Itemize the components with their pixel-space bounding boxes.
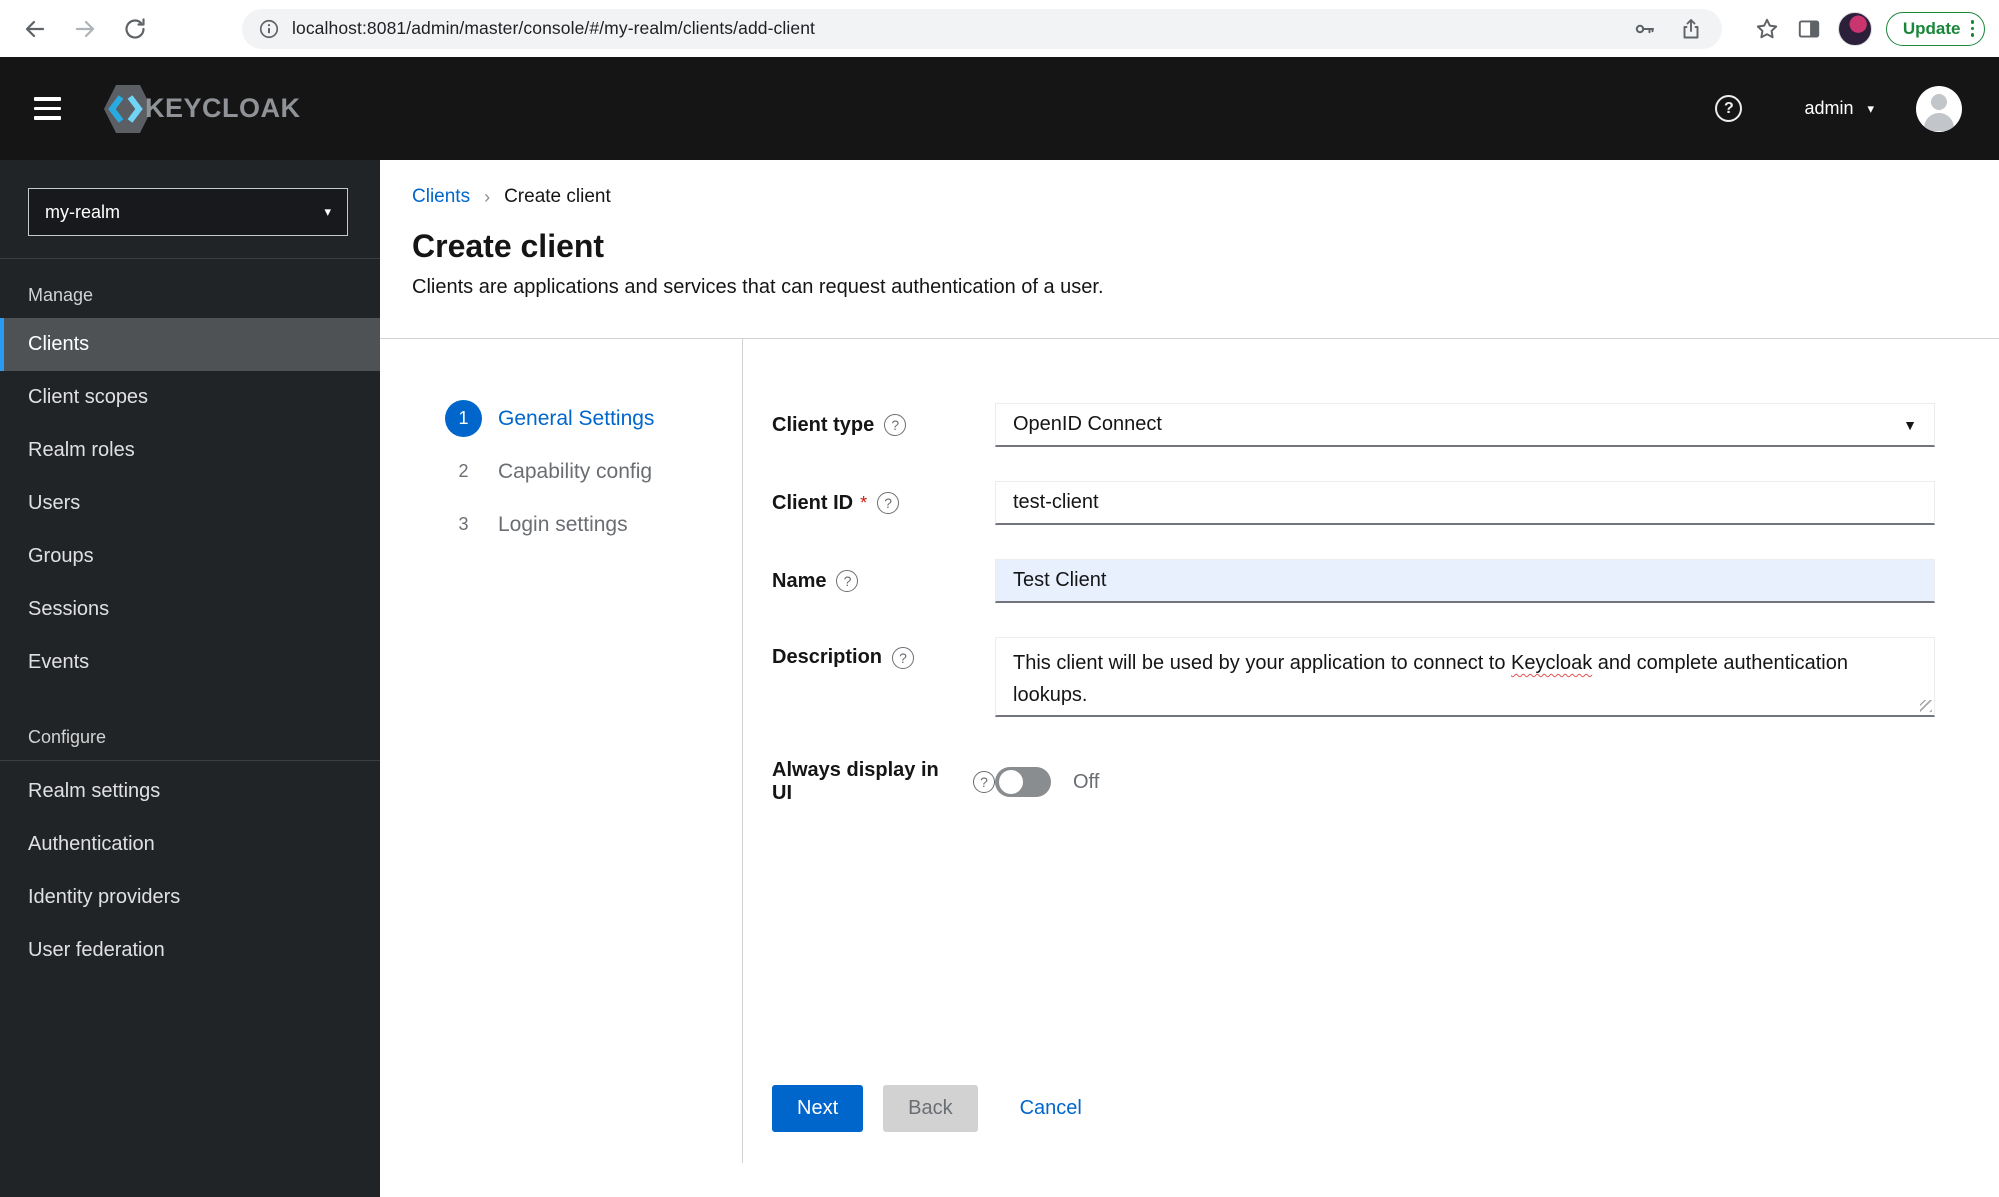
url-text[interactable]: localhost:8081/admin/master/console/#/my… xyxy=(292,18,1612,39)
keycloak-logo[interactable]: KEYCLOAK xyxy=(103,82,301,136)
client-type-value: OpenID Connect xyxy=(1013,413,1162,435)
next-button[interactable]: Next xyxy=(772,1085,864,1132)
browser-menu-icon[interactable] xyxy=(1970,20,1974,37)
caret-down-icon: ▼ xyxy=(1903,416,1917,433)
help-icon[interactable]: ? xyxy=(836,570,859,592)
help-icon[interactable]: ? xyxy=(877,492,900,514)
realm-selector[interactable]: my-realm ▾ xyxy=(28,188,348,236)
username: admin xyxy=(1804,98,1854,118)
description-label: Description xyxy=(772,646,883,668)
browser-actions: Update xyxy=(1740,11,1985,46)
step-number: 1 xyxy=(445,400,482,437)
client-id-row: Client ID * ? xyxy=(772,481,1935,525)
page-subtitle: Clients are applications and services th… xyxy=(412,276,1104,298)
avatar[interactable] xyxy=(1916,85,1962,132)
sidebar-item-clients[interactable]: Clients xyxy=(0,318,380,371)
chevron-right-icon: › xyxy=(484,186,491,207)
description-text: This client will be used by your applica… xyxy=(1013,652,1512,674)
masthead-actions: ? admin ▾ xyxy=(1715,85,1962,132)
wizard: 1 General Settings 2 Capability config 3… xyxy=(380,339,1999,1163)
wizard-form: Client type ? OpenID Connect ▼ Client ID… xyxy=(743,339,1999,1163)
wizard-step-capability-config[interactable]: 2 Capability config xyxy=(445,453,742,490)
breadcrumb: Clients › Create client xyxy=(412,186,1999,208)
breadcrumb-clients-link[interactable]: Clients xyxy=(412,186,470,208)
client-type-row: Client type ? OpenID Connect ▼ xyxy=(772,403,1935,447)
back-icon[interactable] xyxy=(10,9,60,49)
sidebar-item-user-federation[interactable]: User federation xyxy=(0,924,380,977)
reload-icon[interactable] xyxy=(110,9,160,49)
help-icon[interactable]: ? xyxy=(884,414,907,436)
divider xyxy=(0,760,380,761)
sidebar-section-manage: Manage xyxy=(28,285,94,305)
client-type-label: Client type xyxy=(772,413,875,436)
misspelled-word: Keycloak xyxy=(1511,652,1593,674)
screen: localhost:8081/admin/master/console/#/my… xyxy=(0,0,1999,1197)
toggle-state-label: Off xyxy=(1073,770,1100,793)
browser-toolbar: localhost:8081/admin/master/console/#/my… xyxy=(0,0,1999,57)
sidebar-item-groups[interactable]: Groups xyxy=(0,530,380,583)
sidebar-section-configure: Configure xyxy=(28,727,107,747)
main-content: Clients › Create client Create client Cl… xyxy=(380,160,1999,1197)
wizard-step-login-settings[interactable]: 3 Login settings xyxy=(445,506,742,543)
sidebar-item-client-scopes[interactable]: Client scopes xyxy=(0,371,380,424)
client-type-select[interactable]: OpenID Connect ▼ xyxy=(995,403,1935,447)
forward-icon[interactable] xyxy=(60,9,110,49)
required-indicator: * xyxy=(860,492,868,513)
update-label: Update xyxy=(1902,18,1961,38)
step-number: 3 xyxy=(458,514,469,534)
chevron-down-icon: ▾ xyxy=(324,204,331,219)
step-label: General Settings xyxy=(498,406,655,430)
nav-toggle-icon[interactable] xyxy=(30,91,65,126)
help-icon[interactable]: ? xyxy=(1715,95,1743,122)
sidebar-item-authentication[interactable]: Authentication xyxy=(0,818,380,871)
resize-handle-icon[interactable] xyxy=(1920,700,1932,712)
chevron-down-icon: ▾ xyxy=(1867,100,1874,116)
share-icon[interactable] xyxy=(1678,16,1704,42)
wizard-steps: 1 General Settings 2 Capability config 3… xyxy=(380,339,743,1163)
masthead: KEYCLOAK ? admin ▾ xyxy=(0,57,1999,160)
brand-text: KEYCLOAK xyxy=(145,93,301,123)
password-key-icon[interactable] xyxy=(1632,16,1658,42)
name-row: Name ? xyxy=(772,559,1935,603)
name-input[interactable] xyxy=(995,559,1935,603)
help-icon[interactable]: ? xyxy=(973,771,995,793)
step-label: Capability config xyxy=(498,459,653,483)
always-display-toggle[interactable] xyxy=(995,767,1051,797)
browser-profile-avatar[interactable] xyxy=(1837,11,1872,46)
user-menu[interactable]: admin ▾ xyxy=(1804,98,1874,119)
url-bar[interactable]: localhost:8081/admin/master/console/#/my… xyxy=(242,8,1722,49)
cancel-button[interactable]: Cancel xyxy=(1020,1085,1082,1132)
update-button[interactable]: Update xyxy=(1885,11,1985,46)
page-title: Create client xyxy=(412,228,605,264)
client-id-label: Client ID xyxy=(772,491,854,514)
step-label: Login settings xyxy=(498,512,628,536)
wizard-footer: Next Back Cancel xyxy=(772,1085,1935,1132)
help-icon[interactable]: ? xyxy=(892,646,915,669)
page-header: Clients › Create client Create client Cl… xyxy=(380,160,1999,339)
sidebar-item-realm-roles[interactable]: Realm roles xyxy=(0,424,380,477)
back-button[interactable]: Back xyxy=(883,1085,978,1132)
site-info-icon[interactable] xyxy=(258,18,280,40)
step-number: 2 xyxy=(458,461,469,481)
bookmark-star-icon[interactable] xyxy=(1752,14,1782,44)
always-display-label: Always display in UI xyxy=(772,759,939,804)
wizard-step-general-settings[interactable]: 1 General Settings xyxy=(445,400,742,437)
sidebar-item-users[interactable]: Users xyxy=(0,477,380,530)
description-textarea[interactable]: This client will be used by your applica… xyxy=(995,637,1935,717)
sidebar-item-sessions[interactable]: Sessions xyxy=(0,583,380,636)
breadcrumb-current: Create client xyxy=(504,186,611,207)
sidebar-item-realm-settings[interactable]: Realm settings xyxy=(0,765,380,818)
sidebar: my-realm ▾ Manage Clients Client scopes … xyxy=(0,160,380,1197)
divider xyxy=(0,258,380,259)
always-display-row: Always display in UI ? Off xyxy=(772,759,1935,805)
sidebar-item-events[interactable]: Events xyxy=(0,636,380,689)
name-label: Name xyxy=(772,569,827,592)
description-row: Description ? This client will be used b… xyxy=(772,637,1935,717)
realm-name: my-realm xyxy=(45,201,120,222)
client-id-input[interactable] xyxy=(995,481,1935,525)
sidebar-item-identity-providers[interactable]: Identity providers xyxy=(0,871,380,924)
side-panel-icon[interactable] xyxy=(1794,14,1824,44)
